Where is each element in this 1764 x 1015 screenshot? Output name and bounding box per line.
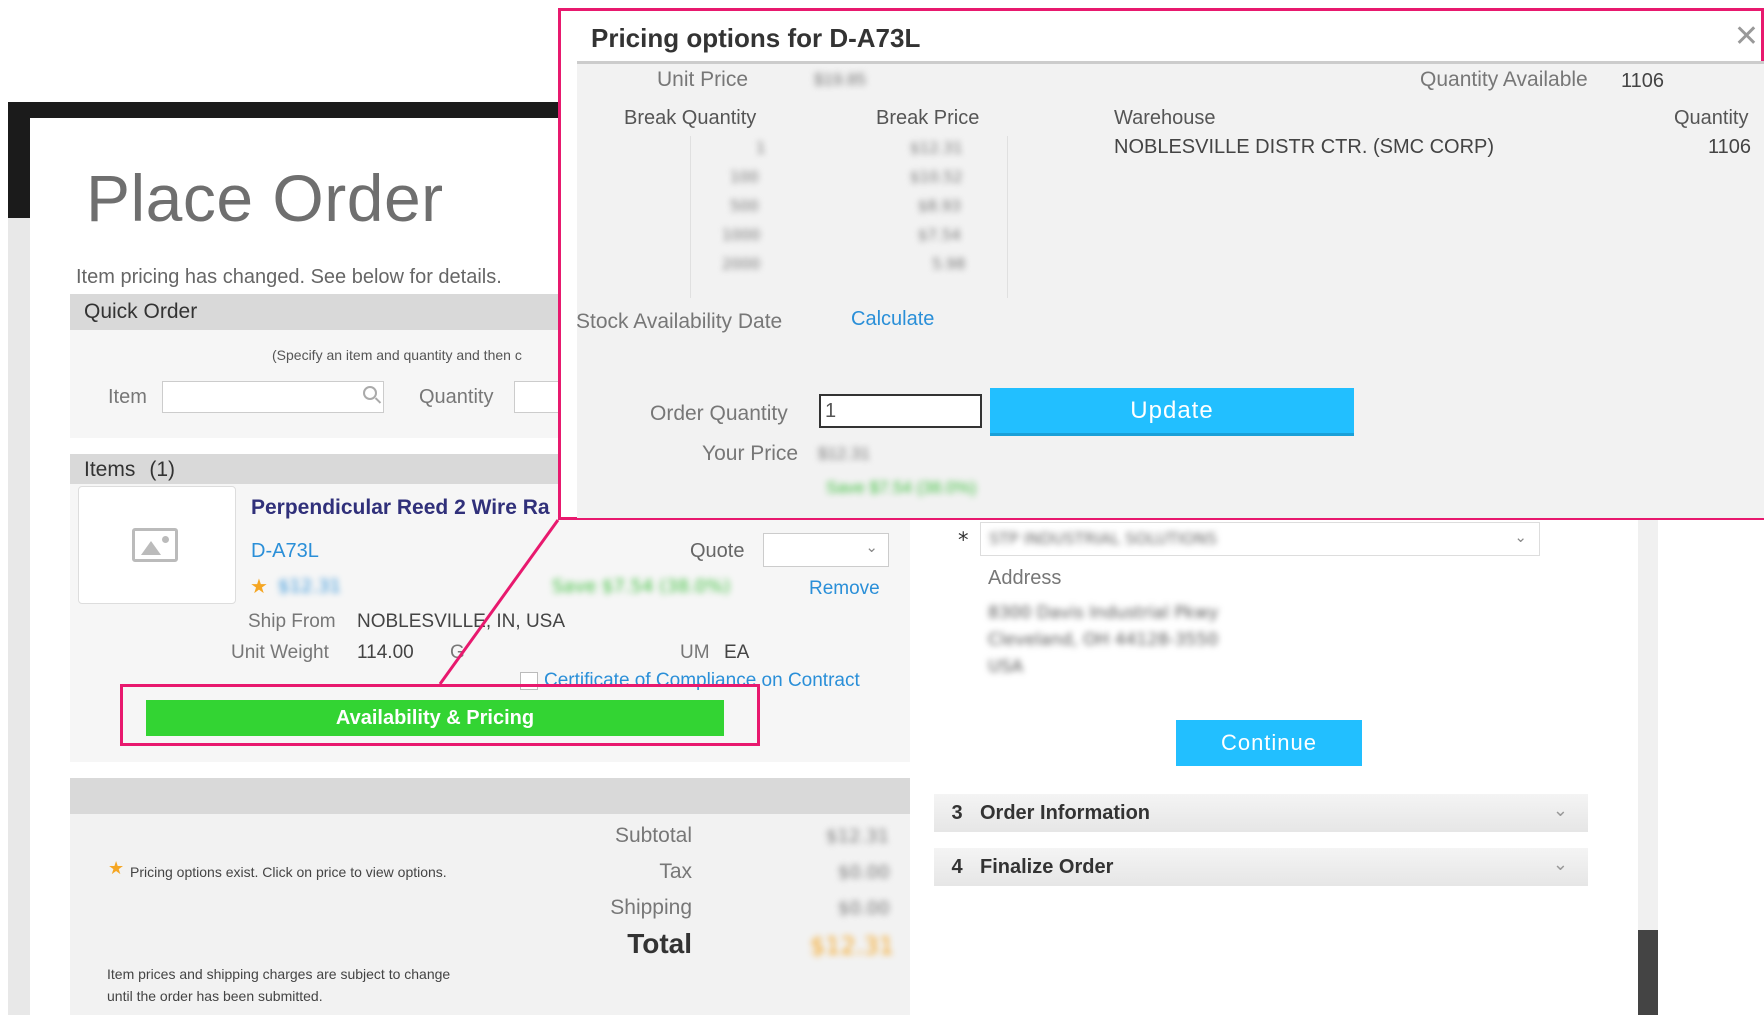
shipping-value: $0.00 bbox=[838, 898, 890, 919]
items-count: (1) bbox=[149, 458, 176, 481]
dialog-title: Pricing options for D-A73L bbox=[591, 23, 921, 53]
step-number: 3 bbox=[951, 801, 963, 824]
image-placeholder-icon bbox=[132, 528, 178, 562]
quote-select[interactable]: ⌄ bbox=[763, 533, 889, 567]
continue-button[interactable]: Continue bbox=[1176, 720, 1362, 766]
unit-weight-label: Unit Weight bbox=[231, 642, 329, 663]
unit-price-value: $19.85 bbox=[814, 70, 866, 89]
um-label: UM bbox=[680, 642, 710, 663]
break-table bbox=[690, 136, 1008, 298]
product-savings: Save $7.54 (38.0%) bbox=[552, 576, 731, 597]
quantity-input[interactable] bbox=[514, 381, 562, 413]
break-qty: 1 bbox=[756, 139, 766, 157]
step-finalize-order[interactable]: 4 Finalize Order ⌄ bbox=[934, 848, 1588, 886]
page-title: Place Order bbox=[86, 161, 444, 235]
address-line: 8300 Davis Industrial Pkwy bbox=[988, 603, 1219, 623]
right-margin-dark bbox=[1638, 930, 1658, 1015]
tax-value: $0.00 bbox=[838, 862, 890, 883]
total-value: $12.31 bbox=[810, 932, 894, 960]
quantity-label: Quantity bbox=[419, 386, 494, 408]
step-number: 4 bbox=[951, 855, 963, 878]
subtotal-value: $12.31 bbox=[826, 826, 889, 847]
disclaimer-line-2: until the order has been submitted. bbox=[107, 988, 323, 1004]
break-price[interactable]: $8.93 bbox=[918, 197, 961, 215]
items-heading: Items bbox=[84, 458, 136, 481]
chevron-down-icon: ⌄ bbox=[1552, 800, 1568, 820]
star-icon: ★ bbox=[250, 574, 268, 598]
order-quantity-input[interactable]: 1 bbox=[819, 394, 982, 428]
your-savings: Save $7.54 (38.0%) bbox=[826, 478, 977, 497]
break-qty: 100 bbox=[730, 168, 759, 186]
calculate-link[interactable]: Calculate bbox=[851, 308, 934, 331]
shipping-label: Shipping bbox=[610, 896, 692, 919]
left-margin bbox=[8, 218, 30, 1015]
your-price-label: Your Price bbox=[702, 442, 799, 465]
product-name-link[interactable]: Perpendicular Reed 2 Wire Ra bbox=[251, 496, 550, 520]
chevron-down-icon: ⌄ bbox=[1552, 854, 1568, 874]
address-block: 8300 Davis Industrial Pkwy Cleveland, OH… bbox=[988, 600, 1218, 681]
search-icon[interactable] bbox=[363, 386, 377, 400]
unit-price-label: Unit Price bbox=[657, 68, 749, 91]
quote-label: Quote bbox=[690, 540, 745, 562]
button-highlight bbox=[120, 684, 760, 746]
quick-order-hint: (Specify an item and quantity and then c bbox=[272, 347, 522, 363]
star-icon: ★ bbox=[108, 858, 125, 879]
address-line: USA bbox=[988, 657, 1024, 677]
disclaimer-line-1: Item prices and shipping charges are sub… bbox=[107, 966, 451, 982]
product-sku-link[interactable]: D-A73L bbox=[251, 540, 319, 563]
ship-to-value: STP INDUSTRIAL SOLUTIONS bbox=[989, 529, 1217, 548]
chevron-down-icon: ⌄ bbox=[1514, 528, 1527, 546]
break-qty: 1000 bbox=[722, 226, 761, 244]
um-value: EA bbox=[724, 642, 750, 663]
warehouse-header: Warehouse bbox=[1114, 107, 1216, 129]
warehouse-quantity-value: 1106 bbox=[1708, 136, 1752, 158]
quick-order-heading: Quick Order bbox=[84, 300, 198, 323]
required-mark: * bbox=[958, 528, 969, 552]
break-qty: 500 bbox=[730, 197, 759, 215]
items-header: Items (1) bbox=[70, 454, 562, 486]
tax-label: Tax bbox=[659, 860, 692, 883]
quantity-available-value: 1106 bbox=[1621, 70, 1665, 92]
product-price-link[interactable]: $12.31 bbox=[278, 576, 341, 597]
close-icon[interactable]: ✕ bbox=[1734, 19, 1759, 54]
warehouse-value: NOBLESVILLE DISTR CTR. (SMC CORP) bbox=[1114, 136, 1495, 158]
unit-weight-unit: G bbox=[450, 642, 465, 663]
quick-order-header: Quick Order bbox=[70, 294, 562, 330]
unit-weight-value: 114.00 bbox=[357, 642, 414, 663]
order-quantity-label: Order Quantity bbox=[650, 402, 788, 425]
summary-panel bbox=[70, 814, 910, 1015]
quantity-available-label: Quantity Available bbox=[1420, 68, 1588, 91]
break-price[interactable]: 5.98 bbox=[932, 255, 965, 273]
chevron-down-icon: ⌄ bbox=[865, 538, 878, 556]
break-price[interactable]: $7.54 bbox=[918, 226, 961, 244]
ship-to-select[interactable]: STP INDUSTRIAL SOLUTIONS ⌄ bbox=[980, 522, 1540, 556]
break-price-header: Break Price bbox=[876, 107, 980, 129]
warehouse-quantity-header: Quantity bbox=[1674, 107, 1749, 129]
break-price[interactable]: $12.31 bbox=[910, 139, 963, 157]
item-search-input[interactable] bbox=[162, 381, 384, 413]
step-label: Finalize Order bbox=[980, 855, 1114, 878]
remove-link[interactable]: Remove bbox=[809, 578, 880, 600]
subtotal-label: Subtotal bbox=[614, 824, 692, 847]
address-label: Address bbox=[988, 567, 1062, 589]
your-price-value: $12.31 bbox=[818, 444, 870, 463]
stock-availability-date-label: Stock Availability Date bbox=[576, 310, 783, 333]
ship-from-value: NOBLESVILLE, IN, USA bbox=[357, 611, 566, 632]
pricing-options-note: Pricing options exist. Click on price to… bbox=[130, 864, 447, 880]
ship-from-label: Ship From bbox=[248, 611, 336, 632]
step-order-information[interactable]: 3 Order Information ⌄ bbox=[934, 794, 1588, 832]
break-price[interactable]: $10.52 bbox=[910, 168, 963, 186]
update-button[interactable]: Update bbox=[990, 388, 1354, 436]
pricing-changed-message: Item pricing has changed. See below for … bbox=[76, 266, 502, 288]
step-label: Order Information bbox=[980, 801, 1151, 824]
break-quantity-header: Break Quantity bbox=[624, 107, 757, 129]
address-line: Cleveland, OH 44128-3550 bbox=[988, 630, 1219, 650]
total-label: Total bbox=[627, 928, 692, 959]
item-label: Item bbox=[108, 386, 147, 408]
break-qty: 2000 bbox=[722, 255, 761, 273]
summary-header bbox=[70, 778, 910, 814]
